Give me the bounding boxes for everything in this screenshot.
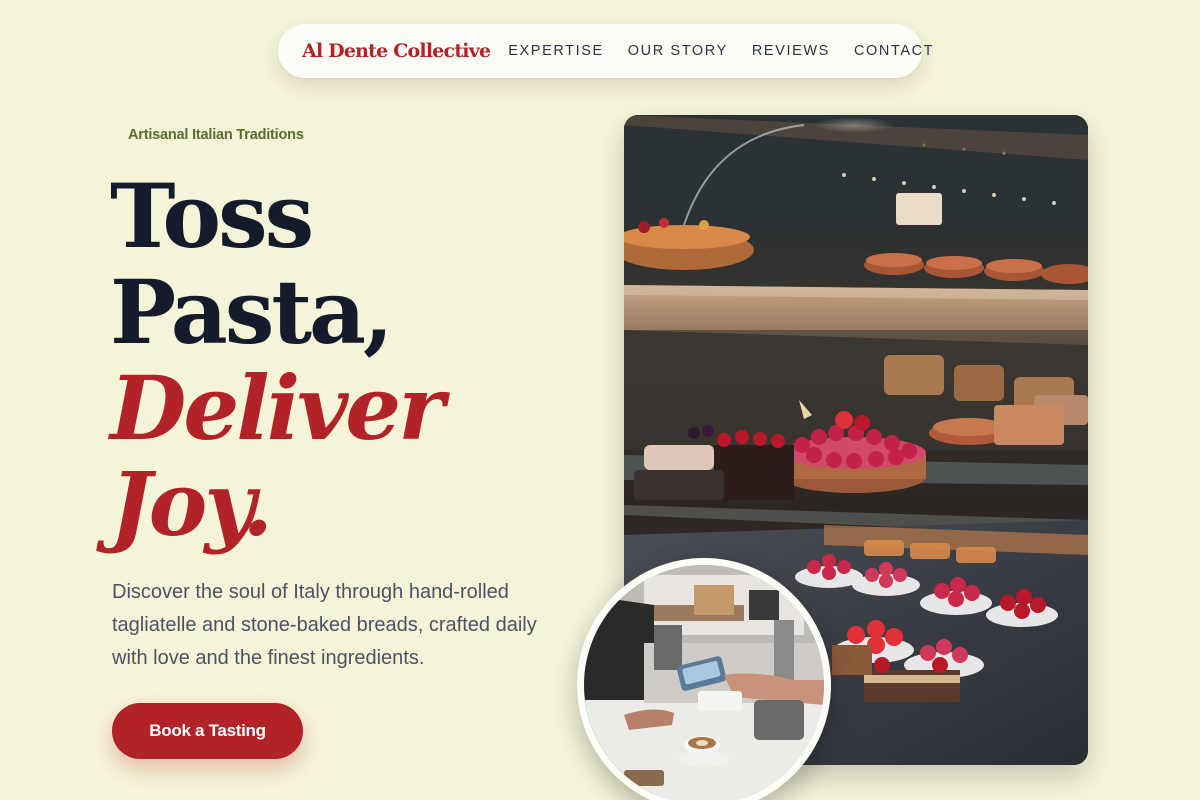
headline-line-4: Joy. [110,452,273,556]
book-tasting-button[interactable]: Book a Tasting [112,703,303,759]
hero-eyebrow: Artisanal Italian Traditions [128,127,304,143]
nav-link-our-story[interactable]: OUR STORY [628,43,728,59]
nav-links: EXPERTISE OUR STORY REVIEWS CONTACT [508,43,934,59]
top-nav: Al Dente Collective EXPERTISE OUR STORY … [278,24,933,78]
brand-logo[interactable]: Al Dente Collective [302,40,491,62]
nav-link-expertise[interactable]: EXPERTISE [508,43,604,59]
headline-line-1: Toss [110,164,314,268]
nav-link-reviews[interactable]: REVIEWS [752,43,830,59]
payment-counter-photo [577,558,831,800]
hero-description: Discover the soul of Italy through hand-… [112,581,537,669]
headline-line-2: Pasta, [110,260,394,364]
hero-headline: Toss Pasta, Deliver Joy. [110,164,445,556]
headline-line-3: Deliver [110,356,445,460]
nav-link-contact[interactable]: CONTACT [854,43,934,59]
